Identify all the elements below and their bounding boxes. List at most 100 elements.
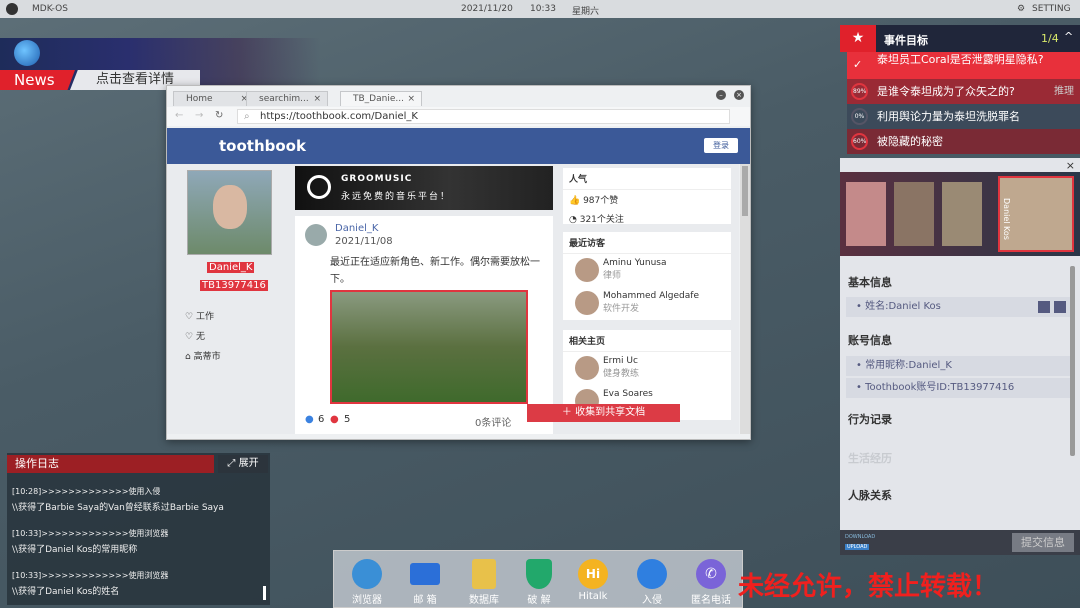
event-item-2[interactable]: 89% 是谁令泰坦成为了众矢之的? 推理 [847, 79, 1080, 104]
login-button[interactable]: 登录 [704, 138, 738, 153]
progress-ring: 89% [851, 83, 868, 100]
log-line: [10:28]>>>>>>>>>>>>>使用入侵 [12, 487, 161, 496]
url-input[interactable]: ⌕ https://toothbook.com/Daniel_K [237, 109, 730, 124]
recent-visitors-box: 最近访客 Aminu Yunusa 律师 Mohammed Algedafe 软件开… [563, 232, 731, 320]
shield-icon[interactable] [1038, 301, 1050, 313]
post-card: Daniel_K 2021/11/08 最近正在适应新角色、新工作。偶尔需要放松… [295, 216, 553, 434]
profile-avatar [187, 170, 272, 255]
tb-id-item[interactable]: • Toothbook账号ID:TB13977416 [846, 378, 1070, 398]
date: 2021/11/20 [461, 4, 513, 14]
portrait[interactable] [894, 182, 934, 246]
heart-reaction-icon[interactable]: ● [330, 414, 339, 425]
reload-icon[interactable]: ↻ [215, 110, 223, 121]
log-line: \\获得了Barbie Saya的Van曾经联系过Barbie Saya [12, 503, 224, 513]
hitalk-icon: Hi [578, 559, 608, 589]
close-window-icon[interactable]: × [734, 90, 744, 100]
dossier-panel: × Daniel Kos 基本信息 • 姓名:Daniel Kos 账号信息 •… [840, 158, 1080, 555]
globe-icon [352, 559, 382, 589]
close-icon[interactable]: × [1066, 159, 1075, 172]
post-image[interactable] [330, 290, 528, 404]
avatar [575, 291, 599, 315]
close-icon[interactable]: × [313, 92, 321, 106]
tab-label: TB_Danie... [353, 94, 404, 104]
account-info-title: 账号信息 [848, 334, 892, 347]
page-scrollbar[interactable] [740, 164, 750, 434]
post-author[interactable]: Daniel_K [335, 223, 378, 234]
list-item[interactable]: Ermi Uc 健身教练 [563, 352, 731, 385]
work-icon: ♡ [185, 312, 196, 322]
expand-button[interactable]: ⤢ 展开 [218, 455, 268, 473]
list-item[interactable]: Mohammed Algedafe 软件开发 [563, 287, 731, 320]
dossier-scrollbar[interactable] [1070, 266, 1075, 456]
app-anonymous-call[interactable]: ✆ 匿名电话 [686, 559, 736, 606]
groomusic-ad[interactable]: GROOMUSIC 永远免费的音乐平台！ [295, 166, 553, 210]
groomusic-logo-icon [307, 175, 331, 199]
related-name: Eva Soares [603, 389, 653, 399]
collect-to-shared-doc-button[interactable]: ＋ 收集到共享文档 [527, 404, 680, 422]
app-mail[interactable]: 邮 箱 [400, 559, 450, 606]
app-database[interactable]: 数据库 [459, 559, 509, 606]
toothbook-header: toothbook 登录 [167, 128, 750, 164]
forward-icon[interactable]: → [195, 110, 203, 121]
portrait-selected[interactable]: Daniel Kos [998, 176, 1074, 252]
event-item-3[interactable]: 0% 利用舆论力量为泰坦洗脱罪名 [847, 104, 1080, 129]
weekday: 星期六 [572, 7, 600, 17]
log-line: [10:33]>>>>>>>>>>>>>使用浏览器 [12, 571, 169, 580]
deduce-button[interactable]: 推理 [1054, 79, 1074, 104]
tab-toothbook[interactable]: TB_Danie... × [340, 91, 422, 106]
event-item-1[interactable]: ✓ 泰坦员工Coral是否泄露明星隐私? [847, 52, 1080, 79]
suspect-portraits[interactable]: Daniel Kos [840, 172, 1080, 256]
comment-count[interactable]: 0条评论 [475, 414, 511, 429]
events-progress: 1/4 [1041, 32, 1059, 45]
upload-label: UPLOAD [845, 544, 870, 550]
profile-relationship: 无 [195, 332, 205, 342]
app-hitalk[interactable]: Hi Hitalk [568, 559, 618, 602]
event-item-4[interactable]: 60% 被隐藏的秘密 [847, 129, 1080, 154]
collapse-icon[interactable]: ^ [1064, 30, 1073, 43]
minimize-icon[interactable]: – [716, 90, 726, 100]
ad-brand: GROOMUSIC [341, 174, 413, 184]
log-scrollbar[interactable] [263, 586, 266, 600]
close-icon[interactable]: × [407, 92, 415, 106]
behavior-title: 行为记录 [848, 413, 892, 426]
progress-ring: 60% [851, 133, 868, 150]
like-icon[interactable]: ● [305, 414, 314, 425]
tab-search[interactable]: searchim... × [246, 91, 328, 106]
expand-icon: ⤢ [227, 458, 239, 469]
event-text: 被隐藏的秘密 [877, 135, 943, 148]
news-label[interactable]: News [0, 70, 75, 90]
basic-info-title: 基本信息 [848, 276, 892, 289]
portrait[interactable] [846, 182, 886, 246]
nickname-item[interactable]: • 常用昵称:Daniel_K [846, 356, 1070, 376]
gear-icon[interactable]: ⚙ [1017, 4, 1025, 14]
event-text: 利用舆论力量为泰坦洗脱罪名 [877, 110, 1020, 123]
tab-home[interactable]: Home × [173, 91, 255, 106]
list-item[interactable]: Aminu Yunusa 律师 [563, 254, 731, 287]
relations-title: 人脉关系 [848, 489, 892, 502]
toothbook-logo[interactable]: toothbook [219, 137, 306, 155]
app-browser[interactable]: 浏览器 [342, 559, 392, 606]
app-crack[interactable]: 破 解 [514, 559, 564, 606]
location-icon: ⌂ [185, 352, 194, 362]
profile-name: Daniel_K [207, 262, 255, 273]
portrait[interactable] [942, 182, 982, 246]
events-title: 事件目标 [884, 34, 928, 47]
visitor-job: 软件开发 [603, 304, 640, 314]
visitors-title: 最近访客 [563, 232, 731, 254]
address-bar: ← → ↻ ⌕ https://toothbook.com/Daniel_K [167, 107, 750, 126]
profile-id: TB13977416 [200, 280, 268, 291]
url-text: https://toothbook.com/Daniel_K [260, 111, 418, 122]
avatar [575, 356, 599, 380]
visitor-job: 律师 [603, 271, 622, 281]
submit-info-button[interactable]: 提交信息 [1012, 533, 1074, 552]
tab-label: Home [186, 94, 213, 104]
setting-button[interactable]: SETTING [1032, 4, 1071, 14]
app-intrude[interactable]: 入侵 [627, 559, 677, 606]
time: 10:33 [530, 4, 556, 14]
back-icon[interactable]: ← [175, 110, 183, 121]
visitor-name: Mohammed Algedafe [603, 291, 699, 301]
name-item[interactable]: • 姓名:Daniel Kos [846, 297, 1070, 317]
related-title: 相关主页 [563, 330, 731, 352]
heart-icon: ♡ [185, 332, 196, 342]
document-icon[interactable] [1054, 301, 1066, 313]
